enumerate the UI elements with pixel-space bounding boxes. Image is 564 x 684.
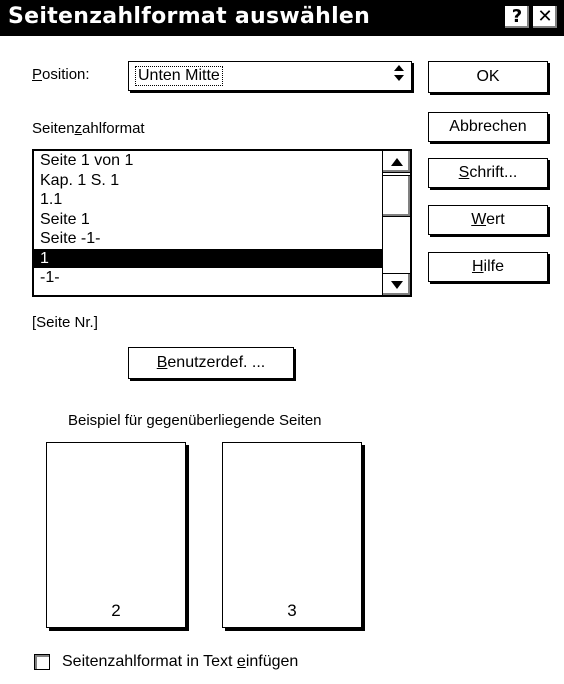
value-button[interactable]: Wert <box>428 205 548 235</box>
dialog-title: Seitenzahlformat auswählen <box>8 4 371 29</box>
format-label-post: ahlformat <box>82 120 145 137</box>
field-code-text: [Seite Nr.] <box>32 314 98 331</box>
custom-button-accel: B <box>156 354 168 371</box>
help-button[interactable]: Hilfe <box>428 252 548 282</box>
insert-label-post: infügen <box>245 653 299 670</box>
list-item[interactable]: -1- <box>34 268 384 288</box>
list-item[interactable]: Kap. 1 S. 1 <box>34 171 384 191</box>
preview-left-page: 2 <box>46 442 186 628</box>
preview-caption: Beispiel für gegenüberliegende Seiten <box>68 412 322 429</box>
format-list-items: Seite 1 von 1 Kap. 1 S. 1 1.1 Seite 1 Se… <box>34 151 384 288</box>
help-button-accel: H <box>471 258 484 275</box>
format-label-pre: Seiten <box>32 120 75 137</box>
right-page-number: 3 <box>287 601 297 620</box>
font-button-rest: chrift... <box>469 164 518 181</box>
preview-right-page: 3 <box>222 442 362 628</box>
position-label: Position: <box>32 66 90 83</box>
list-scrollbar[interactable] <box>382 151 410 295</box>
insert-label-accel: e <box>236 653 246 670</box>
list-item[interactable]: Seite -1- <box>34 229 384 249</box>
up-down-arrows-icon <box>393 64 405 90</box>
position-label-accel: P <box>32 66 43 83</box>
custom-button-rest: enutzerdef. ... <box>167 354 266 371</box>
help-button-rest: ilfe <box>483 258 504 275</box>
title-bar: Seitenzahlformat auswählen ? ✕ <box>0 0 564 36</box>
insert-format-checkbox[interactable] <box>34 654 50 670</box>
scroll-down-arrow-icon[interactable] <box>383 273 410 295</box>
position-select-value: Unten Mitte <box>135 66 223 86</box>
insert-label-pre: Seitenzahlformat in Text <box>62 653 237 670</box>
help-icon[interactable]: ? <box>504 5 530 29</box>
format-list[interactable]: Seite 1 von 1 Kap. 1 S. 1 1.1 Seite 1 Se… <box>32 149 412 297</box>
list-item[interactable]: Seite 1 von 1 <box>34 151 384 171</box>
position-label-rest: osition: <box>42 66 90 83</box>
custom-format-button[interactable]: Benutzerdef. ... <box>128 347 294 379</box>
close-icon[interactable]: ✕ <box>532 5 558 29</box>
scrollbar-thumb[interactable] <box>383 175 410 217</box>
list-item[interactable]: 1.1 <box>34 190 384 210</box>
left-page-number: 2 <box>111 601 121 620</box>
value-button-accel: W <box>471 211 487 228</box>
font-button-accel: S <box>458 164 470 181</box>
list-item-selected[interactable]: 1 <box>34 248 384 268</box>
format-list-label: Seitenzahlformat <box>32 120 145 137</box>
cancel-button[interactable]: Abbrechen <box>428 112 548 142</box>
insert-format-label: Seitenzahlformat in Text einfügen <box>62 653 298 671</box>
font-button[interactable]: Schrift... <box>428 158 548 188</box>
position-select[interactable]: Unten Mitte <box>128 61 412 91</box>
list-item[interactable]: Seite 1 <box>34 210 384 230</box>
ok-button[interactable]: OK <box>428 61 548 93</box>
value-button-rest: ert <box>486 211 505 228</box>
format-label-accel: z <box>74 120 83 137</box>
scroll-up-arrow-icon[interactable] <box>383 151 410 173</box>
